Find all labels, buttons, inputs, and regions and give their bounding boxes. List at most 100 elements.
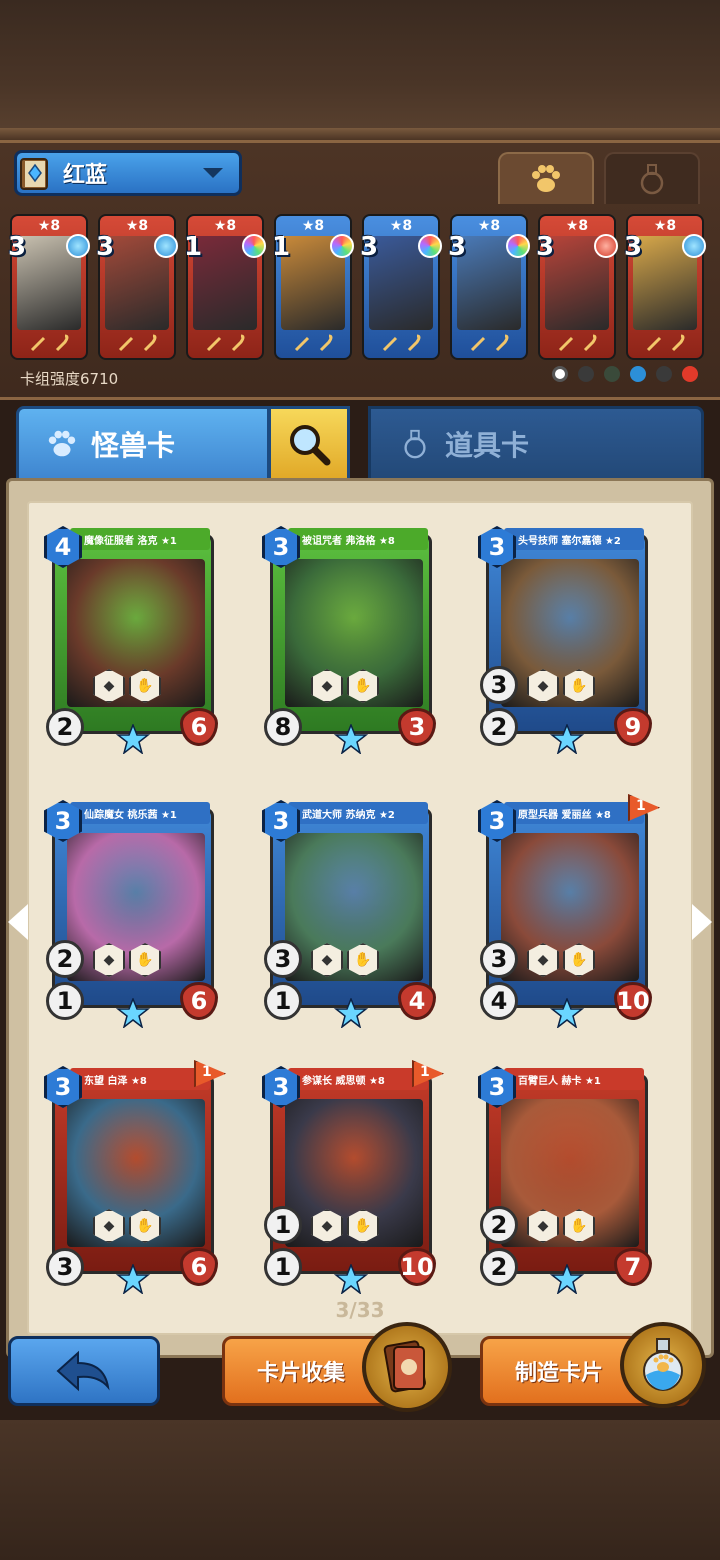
card-cost: 3 bbox=[624, 232, 643, 262]
card-frame: ◆ ✋ bbox=[52, 1074, 214, 1274]
water-element-icon bbox=[630, 366, 646, 382]
card-attack: 4 bbox=[480, 982, 518, 1020]
card-frame: ◆ ✋ bbox=[270, 534, 432, 734]
deck-card[interactable]: ★8 3 bbox=[8, 214, 90, 360]
card-frame: ◆ ✋ bbox=[486, 808, 648, 1008]
card-frame: ◆ ✋ bbox=[52, 534, 214, 734]
card-health: 6 bbox=[180, 708, 218, 746]
element-gem-icon bbox=[154, 234, 178, 258]
next-page-arrow[interactable] bbox=[692, 904, 712, 940]
deck-card[interactable]: ★8 3 bbox=[536, 214, 618, 360]
chevron-down-icon bbox=[203, 168, 223, 178]
card-cost: 3 bbox=[536, 232, 555, 262]
deck-card[interactable]: ★8 1 bbox=[184, 214, 266, 360]
deck-book-icon bbox=[13, 151, 57, 195]
deck-card[interactable]: ★8 1 bbox=[272, 214, 354, 360]
card-cost: 1 bbox=[184, 232, 203, 262]
deck-name: 红蓝 bbox=[63, 163, 108, 188]
monster-card[interactable]: ◆ ✋ 魔像征服者 洛克 ★1 4 2 6 bbox=[44, 526, 220, 754]
back-arrow-icon bbox=[56, 1350, 110, 1392]
monster-card[interactable]: ◆ ✋ 东望 白泽 ★8 3 3 6 1 bbox=[44, 1060, 226, 1294]
card-extra-stat: 1 bbox=[264, 1206, 302, 1244]
monster-card[interactable]: ◆ ✋ 仙踪魔女 桃乐茜 ★1 3 1 6 2 bbox=[44, 800, 220, 1028]
card-name: 仙踪魔女 桃乐茜 ★1 bbox=[70, 802, 210, 824]
card-weapon-icons bbox=[554, 330, 604, 356]
search-icon bbox=[290, 424, 331, 465]
tab-item-cards[interactable]: 道具卡 bbox=[368, 406, 704, 478]
card-health: 10 bbox=[398, 1248, 436, 1286]
card-weapon-icons bbox=[642, 330, 692, 356]
page-indicator: 3/33 bbox=[335, 1298, 385, 1322]
monster-card[interactable]: ◆ ✋ 被诅咒者 弗洛格 ★8 3 8 3 bbox=[262, 526, 438, 754]
card-frame: ◆ ✋ bbox=[270, 808, 432, 1008]
star-icon bbox=[328, 998, 374, 1028]
monster-card[interactable]: ◆ ✋ 原型兵器 爱丽丝 ★8 3 4 10 31 bbox=[478, 794, 660, 1028]
card-attack: 2 bbox=[480, 708, 518, 746]
deck-strength-label: 卡组强度6710 bbox=[20, 370, 119, 388]
card-name: 原型兵器 爱丽丝 ★8 bbox=[504, 802, 644, 824]
deck-selector[interactable]: 红蓝 bbox=[14, 150, 242, 196]
card-health: 3 bbox=[398, 708, 436, 746]
element-gem-icon bbox=[242, 234, 266, 258]
tab-item-filter[interactable] bbox=[604, 152, 700, 204]
nature-element-icon bbox=[604, 366, 620, 382]
card-name: 武道大师 苏纳克 ★2 bbox=[288, 802, 428, 824]
monster-card[interactable]: ◆ ✋ 百臂巨人 赫卡 ★1 3 2 7 2 bbox=[478, 1066, 654, 1294]
card-attack: 1 bbox=[264, 1248, 302, 1286]
star-icon bbox=[110, 1264, 156, 1294]
back-button[interactable] bbox=[8, 1336, 160, 1406]
deck-card[interactable]: ★8 3 bbox=[448, 214, 530, 360]
deck-card[interactable]: ★8 3 bbox=[624, 214, 706, 360]
craft-potion-badge-icon bbox=[620, 1322, 706, 1408]
card-extra-stat: 3 bbox=[480, 940, 518, 978]
star-icon bbox=[328, 724, 374, 754]
card-health: 7 bbox=[614, 1248, 652, 1286]
card-attack: 2 bbox=[46, 708, 84, 746]
card-name: 被诅咒者 弗洛格 ★8 bbox=[288, 528, 428, 550]
deck-card[interactable]: ★8 3 bbox=[360, 214, 442, 360]
star-icon bbox=[544, 1264, 590, 1294]
card-name: 魔像征服者 洛克 ★1 bbox=[70, 528, 210, 550]
tab-monster-cards[interactable]: 怪兽卡 bbox=[16, 406, 270, 478]
bottom-wood-frame bbox=[0, 1420, 720, 1560]
card-collection-badge-icon bbox=[362, 1322, 452, 1412]
card-health: 6 bbox=[180, 982, 218, 1020]
card-health: 4 bbox=[398, 982, 436, 1020]
craft-card-label: 制造卡片 bbox=[515, 1361, 604, 1386]
card-extra-stat: 2 bbox=[480, 1206, 518, 1244]
card-weapon-icons bbox=[290, 330, 340, 356]
monster-card[interactable]: ◆ ✋ 武道大师 苏纳克 ★2 3 1 4 3 bbox=[262, 800, 438, 1028]
card-extra-stat: 3 bbox=[264, 940, 302, 978]
paw-icon bbox=[48, 430, 76, 456]
card-health: 10 bbox=[614, 982, 652, 1020]
element-gem-icon bbox=[506, 234, 530, 258]
card-name: 头号技师 塞尔嘉德 ★2 bbox=[504, 528, 644, 550]
element-gem-icon bbox=[418, 234, 442, 258]
resource-icons bbox=[552, 366, 698, 382]
card-extra-stat: 2 bbox=[46, 940, 84, 978]
monster-card[interactable]: ◆ ✋ 参谋长 威思顿 ★8 3 1 10 11 bbox=[262, 1060, 444, 1294]
card-attack: 3 bbox=[46, 1248, 84, 1286]
card-attack: 2 bbox=[480, 1248, 518, 1286]
card-cost: 3 bbox=[360, 232, 379, 262]
card-health: 6 bbox=[180, 1248, 218, 1286]
card-name: 百臂巨人 赫卡 ★1 bbox=[504, 1068, 644, 1090]
paw-icon bbox=[532, 165, 560, 192]
neutral-element-icon bbox=[552, 366, 568, 382]
card-weapon-icons bbox=[378, 330, 428, 356]
card-weapon-icons bbox=[114, 330, 164, 356]
element-gem-icon bbox=[594, 234, 618, 258]
card-frame: ◆ ✋ bbox=[52, 808, 214, 1008]
flask-icon bbox=[640, 164, 664, 195]
card-cost: 3 bbox=[448, 232, 467, 262]
card-collection-label: 卡片收集 bbox=[257, 1361, 346, 1386]
fire-element-icon bbox=[682, 366, 698, 382]
tab-items-label: 道具卡 bbox=[445, 428, 530, 462]
search-button[interactable] bbox=[268, 406, 350, 478]
card-frame: ◆ ✋ bbox=[486, 534, 648, 734]
air-element-icon bbox=[656, 366, 672, 382]
prev-page-arrow[interactable] bbox=[8, 904, 28, 940]
tab-monster-filter[interactable] bbox=[498, 152, 594, 204]
deck-card[interactable]: ★8 3 bbox=[96, 214, 178, 360]
monster-card[interactable]: ◆ ✋ 头号技师 塞尔嘉德 ★2 3 2 9 3 bbox=[478, 526, 654, 754]
